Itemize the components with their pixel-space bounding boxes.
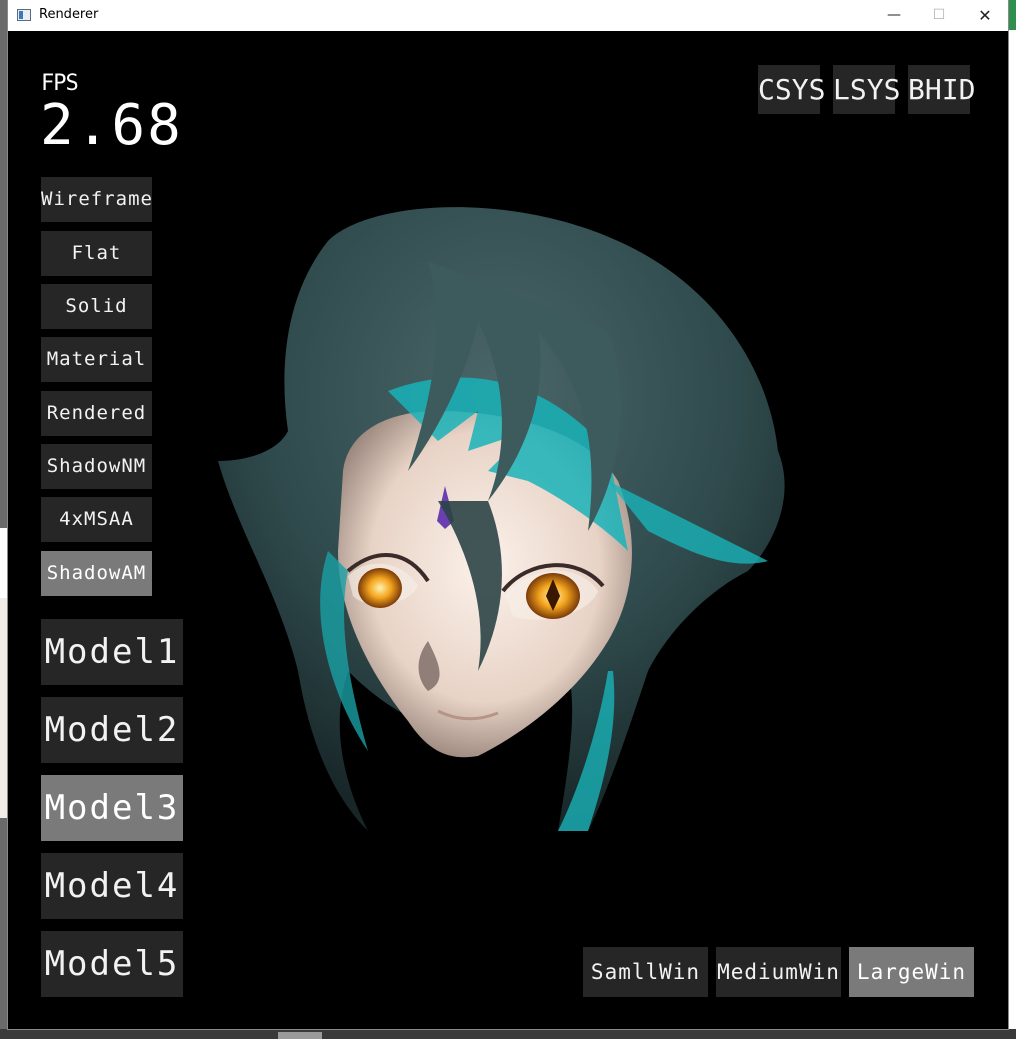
model-button-2[interactable]: Model2 <box>41 697 183 763</box>
render-mode-button-4xmsaa[interactable]: 4xMSAA <box>41 497 152 542</box>
window-title: Renderer <box>39 7 99 22</box>
desktop-background-strip <box>0 528 8 598</box>
toggle-lsys-button[interactable]: LSYS <box>833 65 900 114</box>
desktop-background-strip <box>0 598 8 818</box>
close-icon[interactable]: ✕ <box>962 0 1008 31</box>
title-bar[interactable]: Renderer — ☐ ✕ <box>8 0 1008 31</box>
render-mode-button-solid[interactable]: Solid <box>41 284 152 329</box>
model-button-5[interactable]: Model5 <box>41 931 183 997</box>
model-button-1[interactable]: Model1 <box>41 619 183 685</box>
taskbar-scroll-area <box>0 1029 1016 1039</box>
toggle-bhid-button[interactable]: BHID <box>908 65 975 114</box>
render-mode-button-rendered[interactable]: Rendered <box>41 391 152 436</box>
scrollbar-thumb[interactable] <box>278 1032 322 1039</box>
window-size-large-button[interactable]: LargeWin <box>849 947 974 997</box>
app-icon <box>17 9 31 21</box>
toggle-csys-button[interactable]: CSYS <box>758 65 825 114</box>
render-viewport[interactable]: FPS 2.68 Wireframe Flat Solid Material R… <box>8 31 1008 1029</box>
desktop-right-edge <box>1008 0 1016 1039</box>
window-size-small-button[interactable]: SamllWin <box>583 947 708 997</box>
model-button-4[interactable]: Model4 <box>41 853 183 919</box>
render-mode-button-shadowam[interactable]: ShadowAM <box>41 551 152 596</box>
model-button-3[interactable]: Model3 <box>41 775 183 841</box>
window-size-medium-button[interactable]: MediumWin <box>716 947 841 997</box>
maximize-icon[interactable]: ☐ <box>916 0 962 31</box>
desktop-background-strip <box>1008 0 1016 30</box>
render-mode-button-shadownm[interactable]: ShadowNM <box>41 444 152 489</box>
minimize-icon[interactable]: — <box>871 0 917 31</box>
fps-value: 2.68 <box>40 93 183 158</box>
render-mode-button-material[interactable]: Material <box>41 337 152 382</box>
desktop-left-edge <box>0 0 8 1039</box>
render-mode-button-flat[interactable]: Flat <box>41 231 152 276</box>
render-mode-button-wireframe[interactable]: Wireframe <box>41 177 152 222</box>
renderer-window: Renderer — ☐ ✕ FPS 2.68 Wireframe Flat S… <box>8 0 1008 1029</box>
